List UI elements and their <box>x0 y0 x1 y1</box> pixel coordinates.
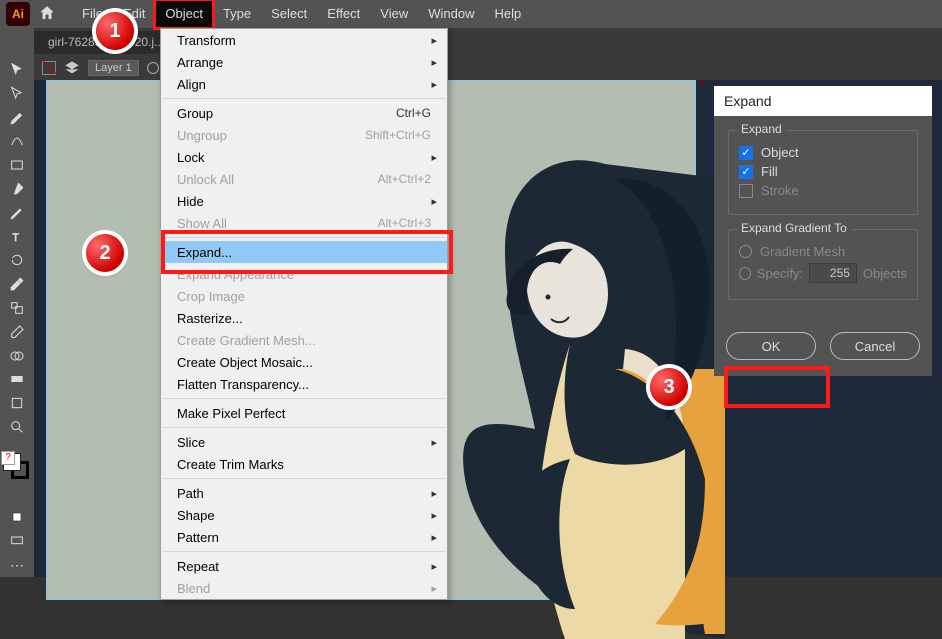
app-logo: Ai <box>6 2 30 26</box>
menu-expand-appearance: Expand Appearance <box>161 263 447 285</box>
shape-builder-tool[interactable] <box>3 345 31 367</box>
edit-toolbar[interactable]: ⋯ <box>3 554 31 576</box>
menu-ungroup: UngroupShift+Ctrl+G <box>161 124 447 146</box>
layer-target-icon[interactable] <box>147 62 159 74</box>
expand-gradient-legend: Expand Gradient To <box>737 221 851 235</box>
object-menu-dropdown: Transform Arrange Align GroupCtrl+G Ungr… <box>160 28 448 600</box>
menu-flatten-transparency[interactable]: Flatten Transparency... <box>161 373 447 395</box>
rectangle-tool[interactable] <box>3 154 31 176</box>
menu-transform[interactable]: Transform <box>161 29 447 51</box>
specify-input: 255 <box>809 263 857 283</box>
layers-icon[interactable] <box>64 60 80 76</box>
separator <box>163 427 445 428</box>
radio-specify: Specify: 255 Objects <box>739 263 907 283</box>
expand-gradient-group: Expand Gradient To Gradient Mesh Specify… <box>728 229 918 300</box>
dialog-title: Expand <box>714 86 932 116</box>
zoom-tool[interactable] <box>3 416 31 438</box>
cancel-button[interactable]: Cancel <box>830 332 920 360</box>
menu-arrange[interactable]: Arrange <box>161 51 447 73</box>
menu-path[interactable]: Path <box>161 482 447 504</box>
menu-blend: Blend <box>161 577 447 599</box>
fill-stroke-swatches[interactable]: ? <box>3 453 31 495</box>
callout-3: 3 <box>650 368 688 406</box>
eyedropper-tool[interactable] <box>3 273 31 295</box>
checkbox-object[interactable]: ✓Object <box>739 145 907 160</box>
radio-gradient-mesh: Gradient Mesh <box>739 244 907 259</box>
scale-tool[interactable] <box>3 297 31 319</box>
menu-expand[interactable]: Expand... <box>161 241 447 263</box>
ok-button[interactable]: OK <box>726 332 816 360</box>
menu-create-object-mosaic[interactable]: Create Object Mosaic... <box>161 351 447 373</box>
curvature-tool[interactable] <box>3 130 31 152</box>
menu-make-pixel-perfect[interactable]: Make Pixel Perfect <box>161 402 447 424</box>
menu-shape[interactable]: Shape <box>161 504 447 526</box>
separator <box>163 398 445 399</box>
separator <box>163 551 445 552</box>
screen-mode[interactable] <box>3 530 31 552</box>
menu-pattern[interactable]: Pattern <box>161 526 447 548</box>
selection-tool[interactable] <box>3 59 31 81</box>
pencil-tool[interactable] <box>3 202 31 224</box>
expand-group-legend: Expand <box>737 122 786 136</box>
menu-create-trim-marks[interactable]: Create Trim Marks <box>161 453 447 475</box>
menu-help[interactable]: Help <box>484 0 531 28</box>
menu-bar: Ai File Edit Object Type Select Effect V… <box>0 0 942 28</box>
expand-dialog: Expand Expand ✓Object ✓Fill ✓Stroke Expa… <box>714 86 932 376</box>
gradient-tool[interactable] <box>3 369 31 391</box>
checkbox-stroke: ✓Stroke <box>739 183 907 198</box>
menu-repeat[interactable]: Repeat <box>161 555 447 577</box>
no-selection-icon <box>42 61 56 75</box>
svg-text:T: T <box>12 232 19 244</box>
separator <box>163 237 445 238</box>
home-icon[interactable] <box>38 4 58 24</box>
callout-1: 1 <box>96 12 134 50</box>
menu-align[interactable]: Align <box>161 73 447 95</box>
pen-tool[interactable] <box>3 107 31 129</box>
menu-object[interactable]: Object <box>155 0 213 28</box>
menu-effect[interactable]: Effect <box>317 0 370 28</box>
menu-show-all: Show AllAlt+Ctrl+3 <box>161 212 447 234</box>
layer-name[interactable]: Layer 1 <box>88 60 139 76</box>
menu-crop-image: Crop Image <box>161 285 447 307</box>
menu-rasterize[interactable]: Rasterize... <box>161 307 447 329</box>
expand-group: Expand ✓Object ✓Fill ✓Stroke <box>728 130 918 215</box>
type-tool[interactable]: T <box>3 226 31 248</box>
separator <box>163 478 445 479</box>
artboard-tool[interactable] <box>3 392 31 414</box>
menu-view[interactable]: View <box>370 0 418 28</box>
paintbrush-tool[interactable] <box>3 178 31 200</box>
menu-type[interactable]: Type <box>213 0 261 28</box>
menu-hide[interactable]: Hide <box>161 190 447 212</box>
menu-select[interactable]: Select <box>261 0 317 28</box>
menu-lock[interactable]: Lock <box>161 146 447 168</box>
annotation-box-ok <box>724 366 830 408</box>
menu-create-gradient-mesh: Create Gradient Mesh... <box>161 329 447 351</box>
menu-slice[interactable]: Slice <box>161 431 447 453</box>
menu-unlock-all: Unlock AllAlt+Ctrl+2 <box>161 168 447 190</box>
checkbox-fill[interactable]: ✓Fill <box>739 164 907 179</box>
callout-2: 2 <box>86 234 124 272</box>
eraser-tool[interactable] <box>3 321 31 343</box>
menu-group[interactable]: GroupCtrl+G <box>161 102 447 124</box>
unknown-fill-icon: ? <box>1 451 15 465</box>
menu-window[interactable]: Window <box>418 0 484 28</box>
direct-selection-tool[interactable] <box>3 83 31 105</box>
toolbox: T ? ⋯ <box>0 28 34 577</box>
rotate-tool[interactable] <box>3 250 31 272</box>
draw-mode-normal[interactable] <box>3 507 31 529</box>
separator <box>163 98 445 99</box>
